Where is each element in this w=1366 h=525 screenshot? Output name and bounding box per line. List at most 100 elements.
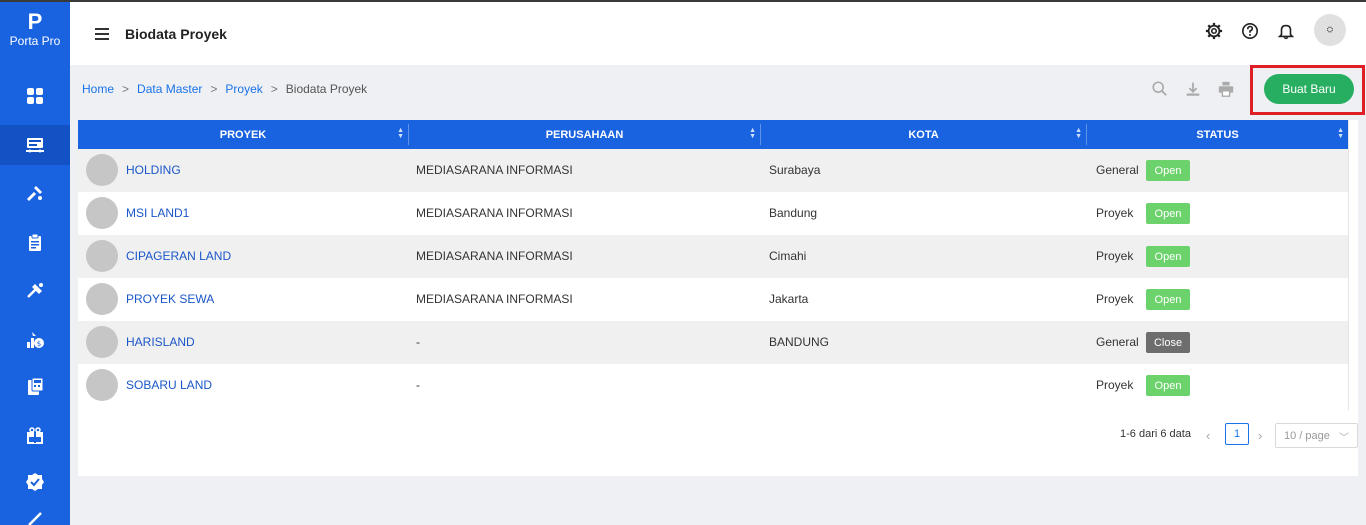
breadcrumb-current: Biodata Proyek	[285, 82, 368, 96]
company-cell: MEDIASARANA INFORMASI	[416, 163, 573, 177]
sort-icon[interactable]: ▲ ▼	[749, 127, 756, 140]
sidebar-item-dashboard[interactable]	[0, 76, 70, 116]
status-badge: Close	[1146, 332, 1190, 353]
download-button[interactable]	[1184, 80, 1202, 98]
top-header: Biodata Proyek ⛭	[70, 2, 1366, 65]
project-avatar	[86, 154, 118, 186]
breadcrumb-separator: >	[270, 82, 278, 96]
status-badge: Open	[1146, 289, 1190, 310]
tools-icon	[26, 186, 42, 202]
project-name-link[interactable]: HOLDING	[126, 163, 181, 177]
page-number-button[interactable]: 1	[1225, 423, 1249, 445]
server-icon	[26, 138, 44, 153]
table-header: PROYEK ▲ ▼ PERUSAHAAN ▲ ▼ KOTA ▲ ▼ STATUS ▲…	[78, 120, 1348, 149]
city-cell: Surabaya	[769, 163, 821, 177]
gift-icon	[27, 427, 43, 444]
calculator-icon	[28, 377, 44, 395]
logo-name: Porta Pro	[9, 34, 61, 48]
table-scrollbar[interactable]	[1348, 120, 1358, 410]
type-cell: General	[1096, 335, 1139, 349]
sidebar-item-approval[interactable]	[0, 462, 70, 502]
sidebar-item-accounting[interactable]	[0, 367, 70, 407]
page-size-select[interactable]: 10 / page ﹀	[1275, 423, 1358, 448]
table-row[interactable]: SOBARU LAND - Proyek Open	[78, 364, 1348, 407]
sidebar-item-finance[interactable]: $	[0, 320, 70, 360]
table-row[interactable]: HOLDING MEDIASARANA INFORMASI Surabaya G…	[78, 149, 1348, 192]
city-cell: Cimahi	[769, 249, 807, 263]
pen-icon	[28, 512, 42, 525]
table-row[interactable]: MSI LAND1 MEDIASARANA INFORMASI Bandung …	[78, 192, 1348, 235]
type-cell: General	[1096, 163, 1139, 177]
settings-button[interactable]	[1203, 20, 1225, 42]
table-row[interactable]: PROYEK SEWA MEDIASARANA INFORMASI Jakart…	[78, 278, 1348, 321]
project-table-card: PROYEK ▲ ▼ PERUSAHAAN ▲ ▼ KOTA ▲ ▼ STATUS ▲…	[78, 120, 1358, 476]
logo[interactable]: P Porta Pro	[0, 9, 70, 49]
status-badge: Open	[1146, 375, 1190, 396]
breadcrumb-separator: >	[210, 82, 218, 96]
search-button[interactable]	[1151, 80, 1169, 98]
project-name-link[interactable]: SOBARU LAND	[126, 378, 212, 392]
sidebar-item-tasks[interactable]	[0, 223, 70, 263]
project-avatar	[86, 326, 118, 358]
pagination-info: 1-6 dari 6 data	[1120, 428, 1191, 440]
bell-icon	[1277, 24, 1295, 40]
help-icon	[1241, 22, 1259, 40]
company-cell: MEDIASARANA INFORMASI	[416, 206, 573, 220]
type-cell: Proyek	[1096, 206, 1134, 220]
next-page-icon[interactable]: ›	[1258, 428, 1262, 443]
print-button[interactable]	[1217, 80, 1235, 98]
project-avatar	[86, 240, 118, 272]
project-name-link[interactable]: PROYEK SEWA	[126, 292, 214, 306]
user-avatar[interactable]: ⛭	[1314, 14, 1346, 46]
prev-page-icon[interactable]: ‹	[1206, 428, 1210, 443]
notifications-button[interactable]	[1275, 20, 1297, 42]
column-header-label: KOTA	[908, 128, 939, 141]
column-header-label: STATUS	[1196, 128, 1239, 141]
print-icon	[1218, 81, 1234, 97]
project-name-link[interactable]: CIPAGERAN LAND	[126, 249, 231, 263]
breadcrumb-proyek[interactable]: Proyek	[225, 82, 262, 96]
sidebar-item-more[interactable]	[0, 507, 70, 525]
menu-toggle-icon[interactable]	[95, 28, 109, 40]
project-name-link[interactable]: HARISLAND	[126, 335, 195, 349]
breadcrumb-data-master[interactable]: Data Master	[137, 82, 202, 96]
column-header-kota[interactable]: KOTA ▲ ▼	[761, 120, 1086, 149]
table-row[interactable]: CIPAGERAN LAND MEDIASARANA INFORMASI Cim…	[78, 235, 1348, 278]
column-header-status[interactable]: STATUS ▲ ▼	[1087, 120, 1348, 149]
create-new-button[interactable]: Buat Baru	[1264, 74, 1354, 104]
table-row[interactable]: HARISLAND - BANDUNG General Close	[78, 321, 1348, 364]
column-header-label: PROYEK	[219, 128, 267, 141]
help-button[interactable]	[1239, 20, 1261, 42]
sidebar-item-master-data[interactable]	[0, 125, 70, 165]
status-badge: Open	[1146, 246, 1190, 267]
clipboard-icon	[29, 233, 41, 251]
sidebar-item-gifts[interactable]	[0, 415, 70, 455]
breadcrumb-home[interactable]: Home	[82, 82, 114, 96]
sidebar-item-tools[interactable]	[0, 173, 70, 213]
column-header-proyek[interactable]: PROYEK ▲ ▼	[78, 120, 408, 149]
page-title: Biodata Proyek	[125, 26, 227, 42]
company-cell: MEDIASARANA INFORMASI	[416, 249, 573, 263]
search-icon	[1152, 81, 1167, 96]
project-avatar	[86, 197, 118, 229]
gear-icon	[1205, 22, 1223, 40]
sidebar-item-construction[interactable]	[0, 271, 70, 311]
sort-icon[interactable]: ▲ ▼	[397, 127, 404, 140]
company-cell: MEDIASARANA INFORMASI	[416, 292, 573, 306]
project-name-link[interactable]: MSI LAND1	[126, 206, 189, 220]
hammer-icon	[27, 283, 43, 298]
column-header-perusahaan[interactable]: PERUSAHAAN ▲ ▼	[409, 120, 760, 149]
company-cell: -	[416, 378, 420, 392]
chevron-down-icon: ﹀	[1339, 433, 1349, 444]
type-cell: Proyek	[1096, 249, 1134, 263]
logo-mark: P	[27, 9, 43, 34]
type-cell: Proyek	[1096, 378, 1134, 392]
sort-icon[interactable]: ▲ ▼	[1075, 127, 1082, 140]
project-avatar	[86, 369, 118, 401]
verified-icon	[26, 473, 44, 491]
download-icon	[1186, 82, 1200, 96]
company-cell: -	[416, 335, 420, 349]
finance-icon: $	[27, 332, 44, 348]
sort-icon[interactable]: ▲ ▼	[1337, 127, 1344, 140]
type-cell: Proyek	[1096, 292, 1134, 306]
